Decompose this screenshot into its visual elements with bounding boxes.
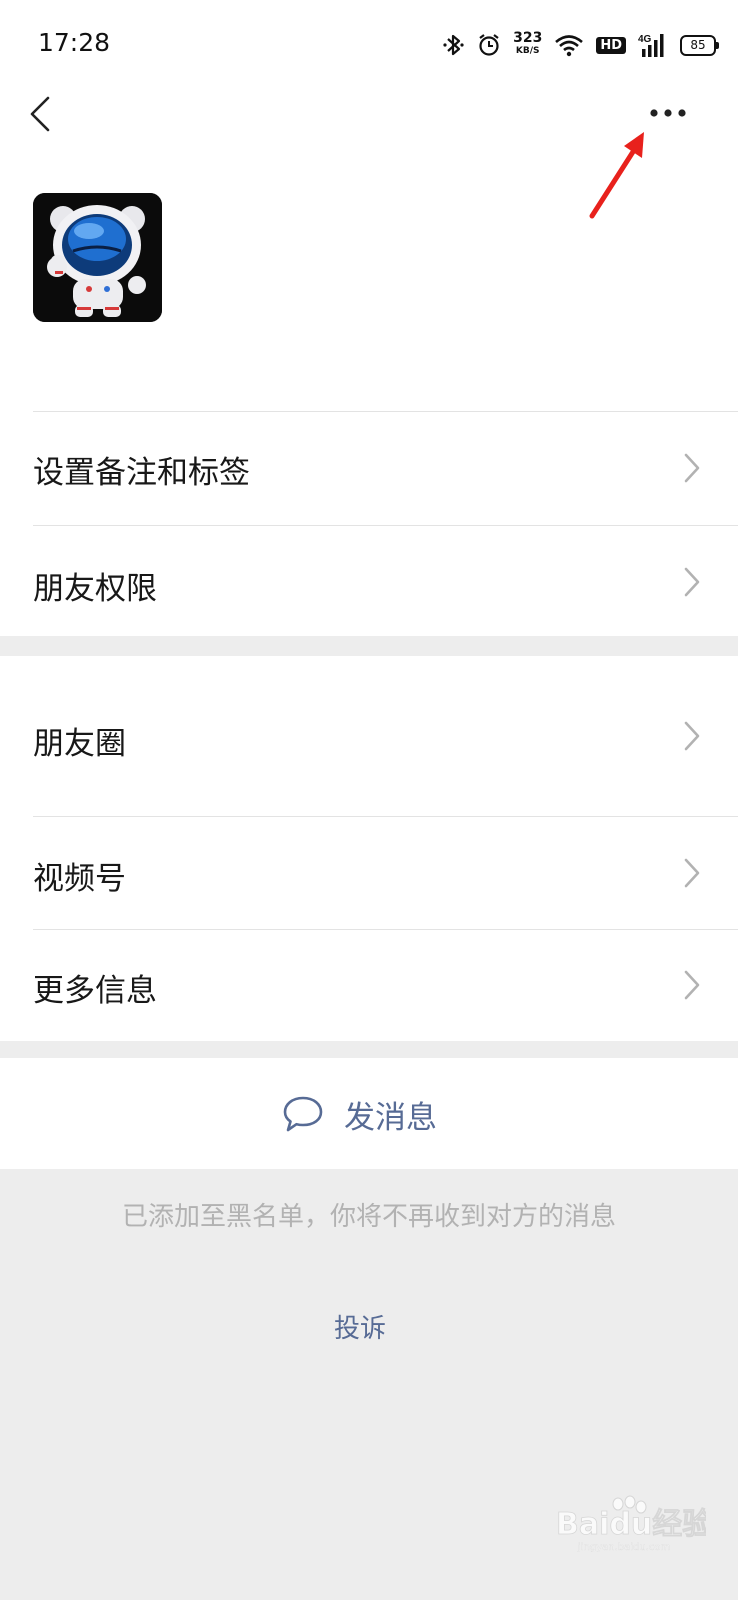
hd-badge: HD	[596, 36, 626, 54]
paw-logo-icon: Baidu经验 jingyan.baidu.com	[556, 1495, 713, 1553]
chevron-left-icon	[30, 96, 50, 132]
chat-bubble-icon	[283, 1096, 323, 1132]
divider	[33, 929, 738, 930]
more-info-row[interactable]: 更多信息	[0, 929, 738, 1041]
chevron-right-icon	[684, 858, 700, 888]
complain-link[interactable]: 投诉	[334, 1308, 386, 1345]
remark-tags-label: 设置备注和标签	[33, 455, 250, 491]
chevron-right-icon	[684, 970, 700, 1000]
divider	[33, 816, 738, 817]
watermark-text: Baidu经验	[556, 1507, 706, 1542]
network-speed-unit: KB/S	[515, 46, 540, 56]
channels-row[interactable]: 视频号	[0, 816, 738, 929]
blacklist-notice: 已添加至黑名单，你将不再收到对方的消息	[121, 1202, 616, 1232]
wifi-icon	[555, 35, 584, 57]
friend-permissions-row[interactable]: 朋友权限	[0, 525, 738, 636]
avatar[interactable]	[33, 193, 162, 322]
send-message-label: 发消息	[344, 1099, 437, 1136]
chevron-right-icon	[684, 567, 700, 597]
divider	[33, 525, 738, 526]
network-speed: 323 KB/S	[513, 30, 543, 56]
back-button[interactable]	[24, 92, 64, 136]
battery-indicator: 85	[680, 34, 719, 56]
status-bar: 17:28 323 KB/S HD 4G 85	[0, 0, 738, 90]
moments-label: 朋友圈	[33, 726, 126, 762]
watermark-subtext: jingyan.baidu.com	[577, 1542, 670, 1552]
signal-icon: 4G	[638, 34, 664, 57]
channels-label: 视频号	[33, 861, 126, 897]
moments-row[interactable]: 朋友圈	[0, 656, 738, 816]
astronaut-avatar-icon	[33, 193, 162, 322]
baidu-watermark-logo: Baidu经验 jingyan.baidu.com	[556, 1494, 713, 1553]
bluetooth-icon	[443, 34, 464, 56]
alarm-icon	[479, 34, 499, 56]
annotation-arrow-icon	[589, 132, 644, 219]
chevron-right-icon	[684, 721, 700, 751]
send-message-button[interactable]: 发消息	[0, 1058, 738, 1169]
divider	[33, 411, 738, 412]
friend-permissions-label: 朋友权限	[33, 571, 157, 607]
status-time: 17:28	[38, 28, 111, 57]
chevron-right-icon	[684, 453, 700, 483]
remark-tags-row[interactable]: 设置备注和标签	[0, 411, 738, 525]
more-info-label: 更多信息	[33, 973, 157, 1009]
battery-level: 85	[690, 38, 706, 52]
network-type-label: 4G	[638, 34, 652, 45]
